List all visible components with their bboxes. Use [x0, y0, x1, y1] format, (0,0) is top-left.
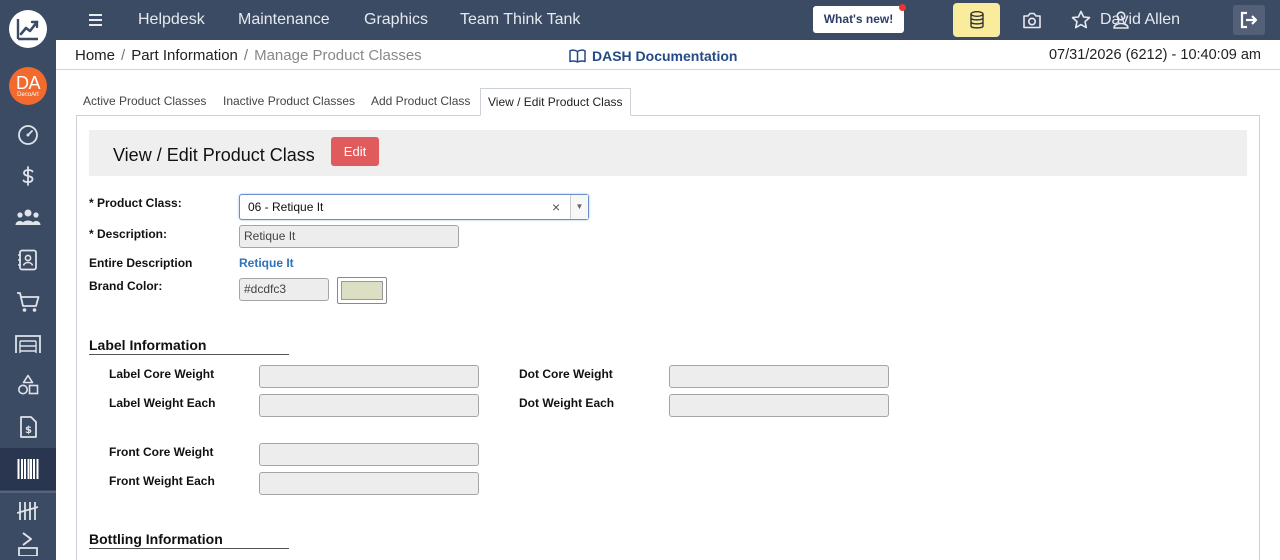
sidebar-item-workflow[interactable]	[0, 528, 56, 560]
sidebar-item-orders[interactable]	[0, 281, 56, 323]
logout-button[interactable]	[1233, 5, 1265, 35]
documentation-label: DASH Documentation	[592, 48, 738, 64]
dot-core-weight-label: Dot Core Weight	[519, 367, 613, 381]
label-information-heading: Label Information	[89, 337, 289, 355]
breadcrumb-current: Manage Product Classes	[254, 47, 422, 64]
dot-weight-each-field[interactable]	[669, 394, 889, 417]
dollar-icon	[22, 166, 34, 186]
whats-new-button[interactable]: What's new!	[813, 4, 906, 33]
company-avatar[interactable]: DA DecoArt	[9, 67, 47, 105]
documentation-link[interactable]: DASH Documentation	[569, 48, 737, 64]
front-weight-each-field[interactable]	[259, 472, 479, 495]
label-weight-each-field[interactable]	[259, 394, 479, 417]
cart-icon	[17, 292, 40, 312]
logout-icon	[1240, 11, 1258, 29]
star-icon[interactable]	[1071, 10, 1091, 30]
sidebar-item-users[interactable]	[0, 197, 56, 239]
hamburger-menu-icon[interactable]	[86, 12, 108, 28]
nav-maintenance[interactable]: Maintenance	[238, 11, 330, 29]
nav-team-think-tank[interactable]: Team Think Tank	[460, 11, 580, 29]
breadcrumb-home[interactable]: Home	[75, 47, 115, 64]
nav-graphics[interactable]: Graphics	[364, 11, 428, 29]
content-panel: View / Edit Product Class Edit * Product…	[76, 115, 1260, 560]
breadcrumb-part-information[interactable]: Part Information	[131, 47, 238, 64]
sidebar-item-tally[interactable]	[0, 494, 56, 528]
label-core-weight-label: Label Core Weight	[109, 367, 215, 381]
form-header: View / Edit Product Class Edit	[89, 130, 1247, 176]
brand-color-field[interactable]: #dcdfc3	[239, 278, 329, 301]
tab-view-edit-product-class[interactable]: View / Edit Product Class	[480, 88, 631, 116]
product-class-select[interactable]: 06 - Retique It × ▼	[239, 194, 589, 220]
book-icon	[569, 49, 586, 63]
dashboard-icon	[18, 125, 38, 145]
nav-helpdesk[interactable]: Helpdesk	[138, 11, 205, 29]
front-weight-each-label: Front Weight Each	[109, 474, 215, 488]
sidebar-item-invoices[interactable]: $	[0, 406, 56, 448]
label-weight-each-label: Label Weight Each	[109, 396, 216, 410]
camera-icon[interactable]	[1022, 12, 1042, 29]
database-button[interactable]	[953, 3, 1000, 37]
user-name[interactable]: David Allen	[1100, 11, 1180, 29]
description-field[interactable]: Retique It	[239, 225, 459, 248]
shapes-icon	[18, 374, 39, 395]
svg-text:$: $	[25, 425, 32, 436]
sidebar-item-dashboard[interactable]	[0, 114, 56, 156]
sidebar-item-finance[interactable]	[0, 155, 56, 197]
entire-description-label: Entire Description	[89, 256, 193, 270]
barcode-icon	[17, 459, 39, 479]
breadcrumb-bar: Home / Part Information / Manage Product Cla…	[56, 40, 1280, 70]
sidebar-divider	[0, 491, 56, 493]
description-label: * Description:	[89, 227, 168, 241]
page-title: View / Edit Product Class	[113, 145, 315, 165]
clear-selection-icon[interactable]: ×	[552, 199, 560, 215]
front-core-weight-field[interactable]	[259, 443, 479, 466]
database-icon	[969, 11, 984, 29]
breadcrumb: Home / Part Information / Manage Product Cla…	[75, 47, 422, 64]
notification-dot	[899, 4, 906, 11]
tab-active-product-classes[interactable]: Active Product Classes	[76, 88, 213, 116]
top-navbar: Helpdesk Maintenance Graphics Team Think…	[56, 0, 1280, 40]
whats-new-label: What's new!	[823, 12, 894, 26]
sidebar-item-products[interactable]	[0, 364, 56, 406]
dot-weight-each-label: Dot Weight Each	[519, 396, 615, 410]
warehouse-icon	[15, 335, 41, 353]
app-logo-icon[interactable]	[9, 10, 47, 48]
avatar-initials: DA	[15, 73, 41, 93]
left-sidebar: DA DecoArt $	[0, 0, 56, 560]
dropdown-arrow-icon[interactable]: ▼	[570, 195, 588, 219]
users-icon	[15, 209, 41, 225]
brand-color-swatch[interactable]	[337, 277, 387, 304]
sidebar-item-contacts[interactable]	[0, 239, 56, 281]
bottling-information-heading: Bottling Information	[89, 531, 289, 549]
label-core-weight-field[interactable]	[259, 365, 479, 388]
date-time: 07/31/2026 (6212) - 10:40:09 am	[1048, 47, 1261, 63]
entire-description-value[interactable]: Retique It	[239, 256, 294, 270]
brand-color-label: Brand Color:	[89, 279, 163, 293]
front-core-weight-label: Front Core Weight	[109, 445, 214, 459]
edit-button[interactable]: Edit	[331, 137, 379, 166]
invoice-icon: $	[20, 416, 37, 438]
tally-icon	[17, 502, 39, 520]
product-class-value: 06 - Retique It	[248, 200, 324, 214]
tab-add-product-class[interactable]: Add Product Class	[364, 88, 477, 116]
product-class-label: * Product Class:	[89, 196, 182, 210]
flow-icon	[18, 532, 38, 556]
sidebar-item-warehouse[interactable]	[0, 322, 56, 364]
avatar-subtitle: DecoArt	[17, 92, 39, 98]
contact-card-icon	[18, 249, 37, 271]
dot-core-weight-field[interactable]	[669, 365, 889, 388]
sidebar-item-parts[interactable]	[0, 448, 56, 490]
tab-inactive-product-classes[interactable]: Inactive Product Classes	[216, 88, 362, 116]
